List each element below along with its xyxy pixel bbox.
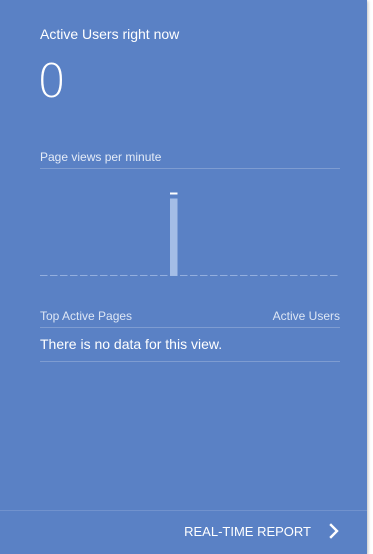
baseline-segment: [60, 275, 68, 276]
column-header-active-users: Active Users: [272, 309, 340, 323]
baseline-segment: [320, 275, 328, 276]
baseline-segment: [210, 275, 218, 276]
baseline-segment: [120, 275, 128, 276]
baseline-segment: [110, 275, 118, 276]
baseline-segment: [90, 275, 98, 276]
chart-divider: [40, 168, 340, 169]
active-users-count: 0: [37, 54, 67, 108]
baseline-segment: [310, 275, 318, 276]
baseline-segment: [270, 275, 278, 276]
baseline-segment: [150, 275, 158, 276]
current-minute-bar: [170, 198, 178, 276]
baseline-segment: [200, 275, 208, 276]
baseline-segment: [230, 275, 238, 276]
baseline-segment: [130, 275, 138, 276]
baseline-segment: [290, 275, 298, 276]
baseline-segment: [220, 275, 228, 276]
baseline-segment: [160, 275, 168, 276]
baseline-segment: [100, 275, 108, 276]
baseline-segment: [300, 275, 308, 276]
baseline-segment: [80, 275, 88, 276]
chevron-right-icon: [329, 523, 339, 539]
card-footer: REAL-TIME REPORT: [0, 510, 367, 554]
baseline-segment: [40, 275, 48, 276]
baseline-segment: [190, 275, 198, 276]
baseline-segment: [140, 275, 148, 276]
active-users-card: Active Users right now 0 Page views per …: [0, 0, 367, 554]
chart-label: Page views per minute: [40, 150, 162, 164]
real-time-report-label: REAL-TIME REPORT: [184, 523, 311, 539]
real-time-report-link[interactable]: REAL-TIME REPORT: [184, 523, 341, 539]
baseline-segment: [260, 275, 268, 276]
baseline-segment: [50, 275, 58, 276]
baseline-segment: [70, 275, 78, 276]
baseline-segment: [280, 275, 288, 276]
table-header-divider: [40, 327, 340, 328]
pageviews-chart: [40, 192, 338, 276]
table-row-divider: [40, 361, 340, 362]
baseline-segment: [330, 275, 338, 276]
empty-state-message: There is no data for this view.: [40, 336, 223, 352]
baseline-segment: [240, 275, 248, 276]
baseline-segment: [180, 275, 188, 276]
column-header-top-active-pages: Top Active Pages: [40, 309, 133, 323]
baseline-segment: [250, 275, 258, 276]
card-title: Active Users right now: [40, 26, 180, 42]
current-minute-bar-cap: [170, 192, 178, 195]
